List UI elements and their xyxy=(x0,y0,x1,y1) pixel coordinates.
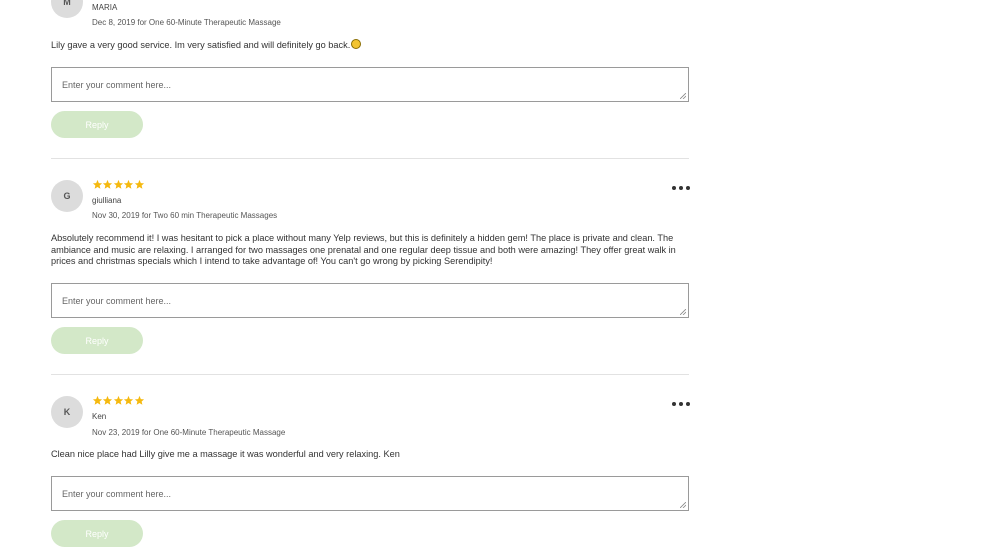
avatar: K xyxy=(51,396,83,428)
review-text: Absolutely recommend it! I was hesitant … xyxy=(51,233,676,266)
review-divider xyxy=(51,158,689,159)
star-icon xyxy=(134,179,144,190)
star-rating xyxy=(92,179,144,190)
avatar: G xyxy=(51,180,83,212)
textarea-resize-icon[interactable] xyxy=(680,309,686,315)
avatar: M xyxy=(51,0,83,18)
reply-button[interactable]: Reply xyxy=(51,520,143,547)
textarea-resize-icon[interactable] xyxy=(680,502,686,508)
star-icon xyxy=(134,395,144,406)
star-icon xyxy=(102,179,113,190)
review-meta: Dec 8, 2019 for One 60-Minute Therapeuti… xyxy=(92,18,281,27)
star-icon xyxy=(123,179,134,190)
review-card: M MARIA Dec 8, 2019 for One 60-Minute Th… xyxy=(51,0,689,140)
reviews-page: M MARIA Dec 8, 2019 for One 60-Minute Th… xyxy=(0,0,1000,555)
reviewer-name: MARIA xyxy=(92,3,118,12)
textarea-resize-icon[interactable] xyxy=(680,93,686,99)
comment-placeholder: Enter your comment here... xyxy=(62,488,172,499)
comment-placeholder: Enter your comment here... xyxy=(62,79,172,90)
star-icon xyxy=(92,395,103,406)
comment-input[interactable]: Enter your comment here... xyxy=(51,476,689,511)
review-text-content: Lily gave a very good service. Im very s… xyxy=(51,40,351,50)
reply-button[interactable]: Reply xyxy=(51,327,143,354)
star-icon xyxy=(92,179,103,190)
review-meta: Nov 30, 2019 for Two 60 min Therapeutic … xyxy=(92,211,278,220)
star-icon xyxy=(102,395,113,406)
reply-button[interactable]: Reply xyxy=(51,111,143,138)
review-card: G giulliana Nov 30, 2019 for Two 60 min … xyxy=(51,177,690,357)
comment-placeholder: Enter your comment here... xyxy=(62,295,172,306)
star-icon xyxy=(113,179,123,190)
reviewer-name: Ken xyxy=(92,412,107,421)
more-options-icon[interactable] xyxy=(672,184,690,192)
review-text: Clean nice place had Lilly give me a mas… xyxy=(51,449,400,459)
star-icon xyxy=(123,395,134,406)
review-card: K Ken Nov 23, 2019 for One 60-Minute The… xyxy=(51,393,690,555)
star-rating xyxy=(92,395,144,406)
review-text: Lily gave a very good service. Im very s… xyxy=(51,39,689,52)
review-divider xyxy=(51,374,689,375)
comment-input[interactable]: Enter your comment here... xyxy=(51,67,689,102)
more-options-icon[interactable] xyxy=(672,400,690,408)
star-icon xyxy=(113,395,123,406)
reviewer-name: giulliana xyxy=(92,196,122,205)
smiley-emoji-icon xyxy=(351,39,362,49)
comment-input[interactable]: Enter your comment here... xyxy=(51,283,689,318)
review-meta: Nov 23, 2019 for One 60-Minute Therapeut… xyxy=(92,428,286,437)
